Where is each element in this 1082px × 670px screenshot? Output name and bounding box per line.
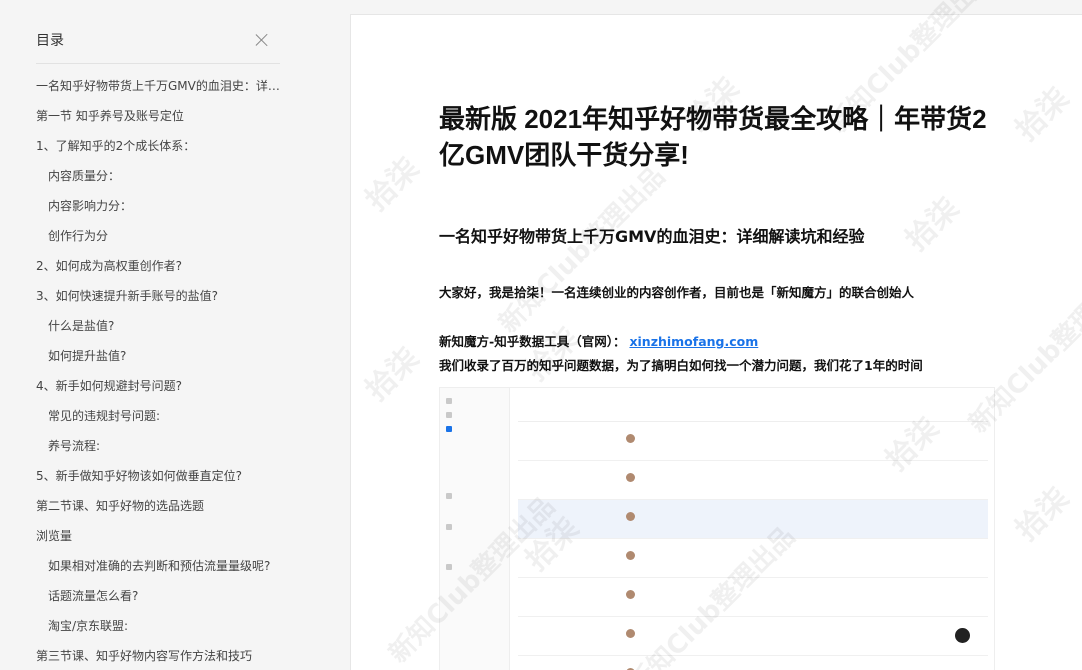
tool-link[interactable]: xinzhimofang.com: [629, 334, 758, 349]
toc-item[interactable]: 如何提升盐值?: [36, 341, 286, 371]
close-icon[interactable]: [254, 32, 270, 48]
image-table: [518, 396, 988, 670]
section-heading: 一名知乎好物带货上千万GMV的血泪史：详细解读坑和经验: [439, 227, 865, 246]
image-table-row: [518, 656, 988, 670]
body-paragraph: 我们收录了百万的知乎问题数据，为了搞明白如何找一个潜力问题，我们花了1年的时间: [439, 358, 923, 373]
avatar: [626, 590, 635, 599]
image-table-row: [518, 461, 988, 500]
avatar: [626, 512, 635, 521]
toc-item[interactable]: 4、新手如何规避封号问题?: [36, 371, 286, 401]
toc-item[interactable]: 如果相对准确的去判断和预估流量量级呢?: [36, 551, 286, 581]
image-table-row: [518, 617, 988, 656]
toc-item[interactable]: 话题流量怎么看?: [36, 581, 286, 611]
toc-item[interactable]: 内容质量分：: [36, 161, 286, 191]
avatar: [626, 629, 635, 638]
toc-item[interactable]: 2、如何成为高权重创作者?: [36, 251, 286, 281]
toc-item[interactable]: 第二节课、知乎好物的选品选题: [36, 491, 286, 521]
avatar: [626, 473, 635, 482]
toc-item[interactable]: 淘宝/京东联盟:: [36, 611, 286, 641]
toc-header: 目录: [36, 30, 276, 52]
avatar: [626, 551, 635, 560]
toc-item[interactable]: 浏览量: [36, 521, 286, 551]
scroll-to-top-button[interactable]: [955, 628, 970, 643]
toc-item[interactable]: 常见的违规封号问题:: [36, 401, 286, 431]
toc-list: 一名知乎好物带货上千万GMV的血泪史：详细解读坑和经验第一节 知乎养号及账号定位…: [36, 71, 286, 670]
toc-item[interactable]: 5、新手做知乎好物该如何做垂直定位?: [36, 461, 286, 491]
image-table-row: [518, 539, 988, 578]
toc-item[interactable]: 1、了解知乎的2个成长体系：: [36, 131, 286, 161]
image-table-row: [518, 500, 988, 539]
toc-item[interactable]: 内容影响力分：: [36, 191, 286, 221]
toc-item[interactable]: 养号流程:: [36, 431, 286, 461]
image-table-row: [518, 578, 988, 617]
toc-sidebar: 目录 一名知乎好物带货上千万GMV的血泪史：详细解读坑和经验第一节 知乎养号及账…: [0, 0, 310, 670]
article-panel: 最新版 2021年知乎好物带货最全攻略｜年带货2亿GMV团队干货分享! 一名知乎…: [350, 14, 1082, 670]
toc-item[interactable]: 什么是盐值?: [36, 311, 286, 341]
intro-paragraph: 大家好，我是拾柒！一名连续创业的内容创作者，目前也是「新知魔方」的联合创始人: [439, 285, 915, 300]
embedded-screenshot-image: [439, 387, 995, 670]
toc-item[interactable]: 3、如何快速提升新手账号的盐值?: [36, 281, 286, 311]
toc-item[interactable]: 第一节 知乎养号及账号定位: [36, 101, 286, 131]
article-title: 最新版 2021年知乎好物带货最全攻略｜年带货2亿GMV团队干货分享!: [439, 104, 987, 170]
toc-item[interactable]: 创作行为分: [36, 221, 286, 251]
tool-paragraph: 新知魔方-知乎数据工具（官网）： xinzhimofang.com: [439, 331, 758, 350]
toc-divider: [36, 63, 280, 64]
toc-item[interactable]: 第三节课、知乎好物内容写作方法和技巧: [36, 641, 286, 670]
image-table-row: [518, 422, 988, 461]
image-sidebar: [440, 388, 510, 670]
avatar: [626, 434, 635, 443]
toc-item[interactable]: 一名知乎好物带货上千万GMV的血泪史：详细解读坑和经验: [36, 71, 286, 101]
tool-label: 新知魔方-知乎数据工具（官网）：: [439, 334, 626, 349]
toc-title: 目录: [36, 33, 64, 49]
